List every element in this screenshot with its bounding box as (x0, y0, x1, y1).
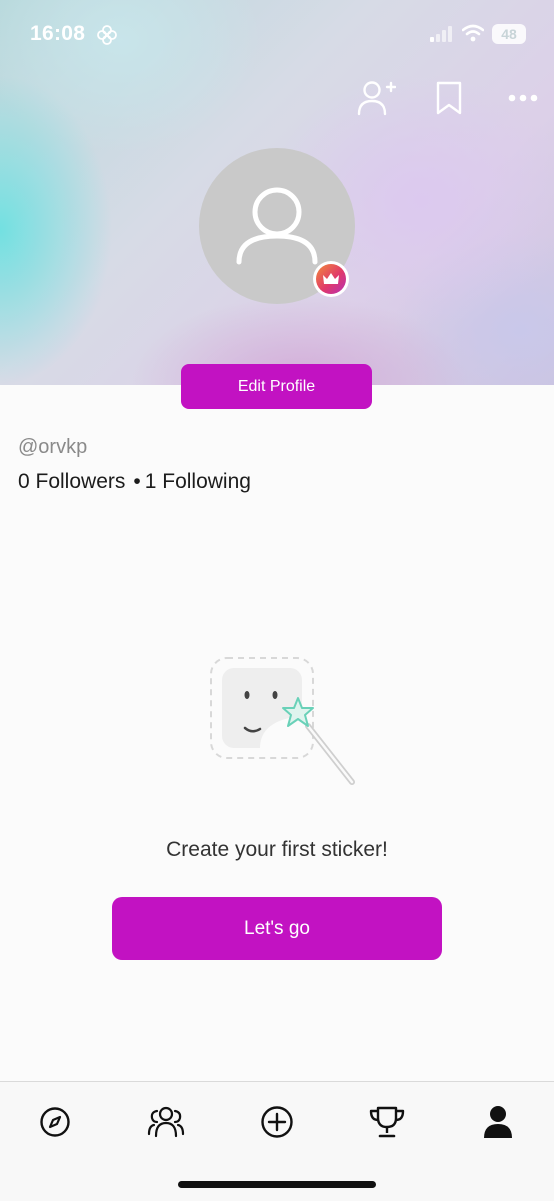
person-icon (484, 1106, 512, 1138)
lets-go-button[interactable]: Let's go (112, 897, 442, 960)
tab-create[interactable] (255, 1100, 299, 1144)
trophy-icon (369, 1106, 405, 1138)
premium-badge (313, 261, 349, 297)
tab-profile[interactable] (476, 1100, 520, 1144)
tab-explore[interactable] (33, 1100, 77, 1144)
empty-state-message: Create your first sticker! (166, 838, 388, 861)
flower-icon (96, 24, 118, 51)
sticker-magic-wand-icon (200, 650, 360, 795)
home-indicator (178, 1181, 376, 1188)
more-options-button[interactable] (504, 82, 544, 114)
bookmark-icon (436, 81, 462, 115)
signal-icon (430, 26, 454, 47)
add-friend-icon (357, 81, 397, 116)
followers-count[interactable]: 0 Followers (18, 470, 125, 493)
plus-circle-icon (261, 1106, 293, 1138)
follow-stats: 0 Followers • 1 Following (18, 470, 251, 494)
separator: • (133, 470, 141, 493)
edit-profile-button[interactable]: Edit Profile (181, 364, 372, 409)
people-icon (147, 1106, 185, 1138)
status-time: 16:08 (30, 22, 86, 45)
crown-icon (323, 273, 339, 284)
bookmark-button[interactable] (432, 78, 466, 118)
username: @orvkp (18, 436, 88, 458)
following-count[interactable]: 1 Following (145, 470, 251, 493)
profile-header-background: 16:08 48 (0, 0, 554, 385)
battery-icon: 48 (492, 24, 526, 44)
more-icon (508, 94, 538, 102)
status-bar: 16:08 48 (0, 0, 554, 70)
add-friend-button[interactable] (356, 78, 397, 118)
tab-friends[interactable] (144, 1100, 188, 1144)
tab-leaderboard[interactable] (365, 1100, 409, 1144)
compass-icon (40, 1107, 70, 1137)
wifi-icon (461, 24, 485, 47)
